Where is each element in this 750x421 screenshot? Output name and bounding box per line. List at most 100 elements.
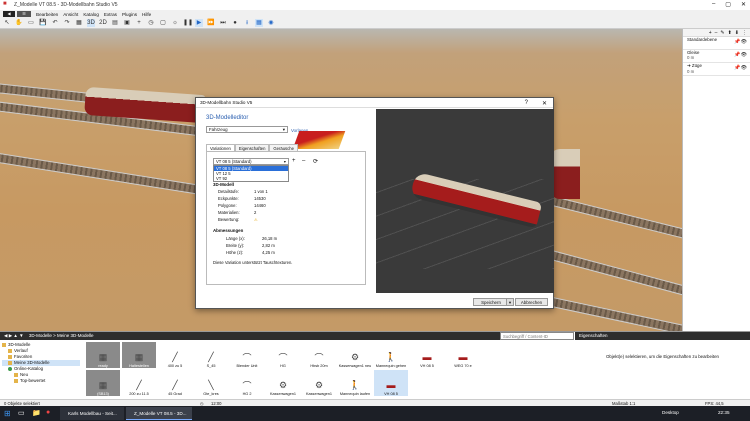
explorer-icon[interactable]: 📁 — [32, 409, 41, 417]
remove-layer-icon[interactable]: – — [715, 29, 718, 36]
view-2d-icon[interactable]: 2D — [99, 19, 107, 27]
record-icon[interactable]: ● — [231, 19, 239, 27]
layer-zuege[interactable]: ➔ Züge 0 m 📌👁 — [683, 63, 750, 76]
catalog-item[interactable]: ▬ VH 08 5 — [374, 370, 408, 396]
save-options-button[interactable]: ▾ — [506, 298, 514, 306]
play-icon[interactable]: ▶ — [195, 19, 203, 27]
width-label: Breite (y): — [226, 243, 245, 248]
catalog-item[interactable]: ╱ 45 Grad — [158, 370, 192, 397]
catalog-item[interactable]: ╱ S_45 — [194, 342, 228, 369]
train-car-right[interactable] — [550, 149, 580, 199]
layer-expand-icon[interactable]: ➔ — [687, 63, 691, 68]
menu-plugins[interactable]: Plugins — [122, 12, 137, 17]
tree-top-bewertet[interactable]: Top-bewertet — [2, 378, 80, 384]
clock-icon[interactable]: ◷ — [147, 19, 155, 27]
layout-icon[interactable]: ▤ — [111, 19, 119, 27]
category-value: Fahrzeug — [209, 127, 228, 132]
more-icon[interactable]: ⋮ — [742, 29, 747, 36]
visibility-icon[interactable]: ◉ — [267, 19, 275, 27]
catalog-item[interactable]: ▬ VH 08 5 — [410, 342, 444, 368]
variation-option[interactable]: VT 92 — [214, 176, 288, 181]
pause-icon[interactable]: ❚❚ — [183, 19, 193, 27]
desktop-label[interactable]: Desktop — [662, 410, 679, 415]
vertices-label: Eckpunkte: — [218, 196, 239, 201]
catalog-search-input[interactable]: Suchbegriff / Content-ID — [500, 332, 574, 340]
layer-pin-eye-icon[interactable]: 📌👁 — [734, 52, 747, 58]
menu-bearbeiten[interactable]: Bearbeiten — [36, 12, 58, 17]
catalog-item[interactable]: 🚶 Mannequin gehen — [374, 342, 408, 369]
taskbar-clock[interactable]: 22:35 — [718, 410, 730, 415]
task-view-icon[interactable]: ▭ — [18, 409, 25, 417]
catalog-item[interactable]: ▦ (SB13) — [86, 370, 120, 396]
pointer-icon[interactable]: ↖ — [3, 19, 11, 27]
catalog-item[interactable]: 🚶 Mannequin laufen — [338, 370, 372, 397]
cancel-button[interactable]: Abbrechen — [515, 298, 548, 306]
variation-select[interactable]: VT 08 5 (Standard) ▾ — [213, 158, 289, 165]
close-icon[interactable]: ✕ — [741, 1, 746, 8]
taskbar-item[interactable]: Karls Modellbau - Seit... — [60, 407, 124, 420]
catalog-item[interactable]: ⌒ HG — [266, 342, 300, 369]
layer-name: Standardebene — [687, 37, 718, 42]
category-select[interactable]: Fahrzeug ▾ — [206, 126, 288, 133]
dialog-close-icon[interactable]: ✕ — [542, 100, 547, 107]
catalog-item[interactable]: ⚙ Kasserwagen1 neu — [338, 342, 372, 369]
frame-icon[interactable]: ▢ — [159, 19, 167, 27]
add-layer-icon[interactable]: + — [709, 29, 712, 36]
undo-icon[interactable]: ↶ — [51, 19, 59, 27]
redo-icon[interactable]: ↷ — [63, 19, 71, 27]
refresh-icon[interactable]: ⟳ — [313, 158, 318, 165]
save-button[interactable]: Speichern — [473, 298, 509, 306]
catalog-item[interactable]: ▦ Haltestellen — [122, 342, 156, 368]
taskbar-item-active[interactable]: Z_Modelle VT 08.5 - 3D... — [126, 407, 192, 420]
file-menu-icon[interactable]: ☰ — [17, 11, 31, 17]
crosshair-icon[interactable]: + — [135, 19, 143, 27]
catalog-item[interactable]: ⌒ Hbsb 20m — [302, 342, 336, 369]
save-icon[interactable]: 💾 — [39, 19, 47, 27]
app-pinned-icon[interactable]: ● — [46, 409, 50, 416]
hand-icon[interactable]: ✋ — [15, 19, 23, 27]
toolbar: ↖ ✋ ▭ 💾 ↶ ↷ ▦ 3D 2D ▤ ▣ + ◷ ▢ ☼ ❚❚ ▶ ⏩ ⏭… — [0, 18, 750, 29]
detail-value: 1 von 1 — [254, 189, 268, 194]
windows-start-icon[interactable]: ⊞ — [4, 409, 11, 418]
maximize-icon[interactable]: ▢ — [725, 1, 731, 8]
edit-layer-icon[interactable]: ✎ — [720, 29, 724, 36]
view-3d-icon[interactable]: 3D — [87, 19, 95, 27]
grid-icon[interactable]: ▦ — [75, 19, 83, 27]
catalog-item[interactable]: ╱ 200 zu 11.5 — [122, 370, 156, 397]
catalog-item[interactable]: ⚙ Kassenwagen1 — [302, 370, 336, 397]
menu-hilfe[interactable]: Hilfe — [142, 12, 151, 17]
help-icon[interactable]: ? — [525, 100, 528, 107]
model-preview[interactable] — [376, 109, 554, 293]
layer-pin-eye-icon[interactable]: 📌👁 — [734, 65, 747, 71]
skip-icon[interactable]: ⏭ — [219, 19, 227, 27]
catalog-item[interactable]: ⌒ HG 2 — [230, 370, 264, 397]
remove-variation-icon[interactable]: – — [302, 158, 305, 164]
catalog-item[interactable]: ⌒ Blender Unit — [230, 342, 264, 369]
layers-icon[interactable]: ▦ — [255, 19, 263, 27]
layer-pin-eye-icon[interactable]: 📌👁 — [734, 39, 747, 45]
back-icon[interactable]: ◀ — [3, 11, 15, 17]
light-icon[interactable]: ☼ — [171, 19, 179, 27]
nav-back-icon[interactable]: ◀ ▶ ▲ ▼ — [4, 333, 24, 338]
menu-ansicht[interactable]: Ansicht — [63, 12, 78, 17]
catalog-item[interactable]: ╱ 400 zu 5 — [158, 342, 192, 369]
catalog-item[interactable]: ▦ ready — [86, 342, 120, 368]
fast-forward-icon[interactable]: ⏩ — [207, 19, 215, 27]
detail-label: Detailstufe: — [218, 189, 239, 194]
menu-extras[interactable]: Extras — [104, 12, 117, 17]
minimize-icon[interactable]: – — [712, 1, 715, 8]
layer-gleise[interactable]: Gleise 0 m 📌👁 — [683, 50, 750, 63]
layer-up-icon[interactable]: ⬆ — [728, 29, 732, 36]
catalog-item[interactable]: ╲ Gte_kres — [194, 370, 228, 397]
layer-down-icon[interactable]: ⬇ — [735, 29, 739, 36]
add-variation-icon[interactable]: + — [292, 158, 296, 164]
download-icon[interactable]: ⭳ — [243, 19, 251, 27]
materials-value: 2 — [254, 210, 257, 215]
catalog-item[interactable]: ▬ WEG 70 e — [446, 342, 480, 368]
catalog-item[interactable]: ⚙ Kassenwagen1 — [266, 370, 300, 397]
layer-standardebene[interactable]: Standardebene 📌👁 — [683, 37, 750, 50]
variation-value: VT 08 5 (Standard) — [216, 159, 252, 164]
open-icon[interactable]: ▭ — [27, 19, 35, 27]
menu-katalog[interactable]: Katalog — [83, 12, 99, 17]
camera-icon[interactable]: ▣ — [123, 19, 131, 27]
